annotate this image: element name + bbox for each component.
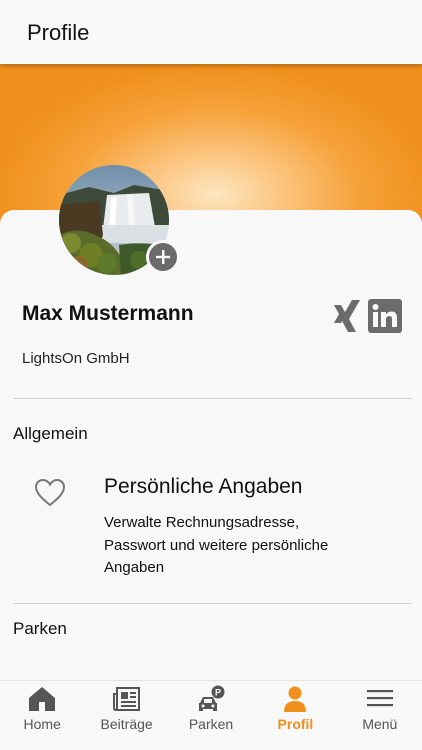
tab-beitraege[interactable]: Beiträge: [84, 681, 168, 750]
tab-home[interactable]: Home: [0, 681, 84, 750]
hamburger-menu-icon: [366, 690, 393, 707]
xing-icon[interactable]: [332, 298, 364, 334]
tab-label: Home: [23, 716, 61, 732]
divider: [13, 603, 412, 604]
bottom-tab-bar: Home Beiträge P Parken Profil Menü: [0, 680, 422, 750]
app-bar: Profile: [0, 0, 422, 64]
tab-label: Profil: [277, 716, 314, 732]
section-title-general: Allgemein: [13, 424, 88, 443]
svg-text:P: P: [215, 688, 221, 698]
tab-label: Menü: [362, 716, 398, 732]
profile-card: [0, 210, 422, 680]
tab-label: Beiträge: [100, 716, 153, 732]
add-photo-button[interactable]: [146, 240, 180, 274]
car-parking-icon: P: [199, 685, 225, 711]
personal-info-description: Verwalte Rechnungsadresse, Passwort und …: [104, 514, 329, 576]
profile-name: Max Mustermann: [22, 302, 194, 325]
tab-profil[interactable]: Profil: [253, 681, 337, 750]
profile-company: LightsOn GmbH: [22, 350, 130, 367]
divider: [13, 398, 412, 399]
section-title-parking: Parken: [13, 619, 67, 638]
linkedin-icon[interactable]: [368, 299, 402, 333]
plus-icon: [156, 250, 170, 264]
page-title: Profile: [27, 20, 90, 45]
home-icon: [29, 687, 56, 711]
person-icon: [284, 686, 307, 712]
personal-info-title[interactable]: Persönliche Angaben: [104, 475, 303, 499]
tab-label: Parken: [188, 716, 234, 732]
tab-parken[interactable]: P Parken: [169, 681, 253, 750]
heart-icon: [34, 478, 66, 507]
tab-menue[interactable]: Menü: [338, 681, 422, 750]
newspaper-icon: [112, 687, 140, 711]
